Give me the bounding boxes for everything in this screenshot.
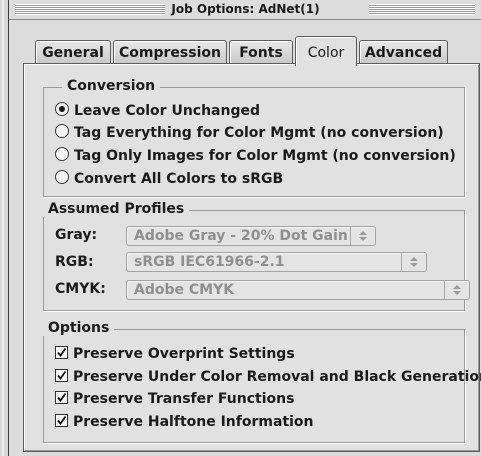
checkbox-label: Preserve Under Color Removal and Black G… [73, 369, 481, 385]
options-group-label: Options [43, 320, 115, 336]
cmyk-profile-value: Adobe CMYK [134, 282, 235, 298]
tab-general[interactable]: General [35, 40, 111, 65]
job-options-window: Job Options: AdNet(1) General Compressio… [8, 0, 481, 456]
radio-label: Convert All Colors to sRGB [74, 171, 284, 187]
cmyk-profile-select[interactable]: Adobe CMYK [126, 280, 470, 300]
popup-arrows-icon [350, 227, 375, 245]
radio-label: Tag Only Images for Color Mgmt (no conve… [74, 148, 456, 164]
radio-label: Tag Everything for Color Mgmt (no conver… [74, 125, 444, 141]
checkbox-checked-icon[interactable] [55, 369, 68, 382]
radio-tag-only-images[interactable]: Tag Only Images for Color Mgmt (no conve… [55, 147, 456, 165]
rgb-profile-value: sRGB IEC61966-2.1 [134, 254, 285, 270]
checkbox-preserve-ucr-bg[interactable]: Preserve Under Color Removal and Black G… [55, 368, 481, 386]
title-bar-stripes [15, 4, 238, 15]
radio-label: Leave Color Unchanged [74, 103, 260, 119]
radio-button-selected[interactable] [55, 102, 69, 116]
checkbox-label: Preserve Transfer Functions [73, 391, 295, 407]
rgb-label: RGB: [55, 254, 94, 270]
checkbox-checked-icon[interactable] [55, 346, 68, 359]
checkbox-label: Preserve Halftone Information [73, 414, 314, 430]
checkbox-label: Preserve Overprint Settings [73, 346, 295, 362]
radio-convert-to-srgb[interactable]: Convert All Colors to sRGB [55, 170, 283, 188]
radio-button[interactable] [55, 124, 69, 138]
gray-profile-select[interactable]: Adobe Gray - 20% Dot Gain [126, 226, 376, 246]
tab-compression[interactable]: Compression [113, 40, 227, 65]
checkbox-preserve-halftone[interactable]: Preserve Halftone Information [55, 413, 314, 431]
conversion-group-label: Conversion [62, 78, 161, 94]
title-bar-stripes [369, 4, 475, 15]
radio-tag-everything[interactable]: Tag Everything for Color Mgmt (no conver… [55, 124, 444, 142]
rgb-profile-select[interactable]: sRGB IEC61966-2.1 [126, 252, 427, 272]
gray-label: Gray: [55, 227, 98, 243]
checkbox-checked-icon[interactable] [55, 391, 68, 404]
gray-profile-value: Adobe Gray - 20% Dot Gain [134, 228, 348, 244]
radio-button[interactable] [55, 170, 69, 184]
tab-fonts[interactable]: Fonts [229, 40, 293, 65]
tab-color[interactable]: Color [295, 36, 357, 66]
assumed-profiles-label: Assumed Profiles [43, 201, 190, 217]
popup-arrows-icon [401, 253, 426, 271]
radio-button[interactable] [55, 147, 69, 161]
title-bar[interactable]: Job Options: AdNet(1) [9, 0, 481, 20]
checkbox-preserve-transfer[interactable]: Preserve Transfer Functions [55, 390, 294, 408]
popup-arrows-icon [444, 281, 469, 299]
checkbox-checked-icon[interactable] [55, 414, 68, 427]
tab-advanced[interactable]: Advanced [359, 40, 448, 65]
checkbox-preserve-overprint[interactable]: Preserve Overprint Settings [55, 345, 295, 363]
radio-leave-color-unchanged[interactable]: Leave Color Unchanged [55, 102, 260, 120]
cmyk-label: CMYK: [55, 281, 106, 297]
